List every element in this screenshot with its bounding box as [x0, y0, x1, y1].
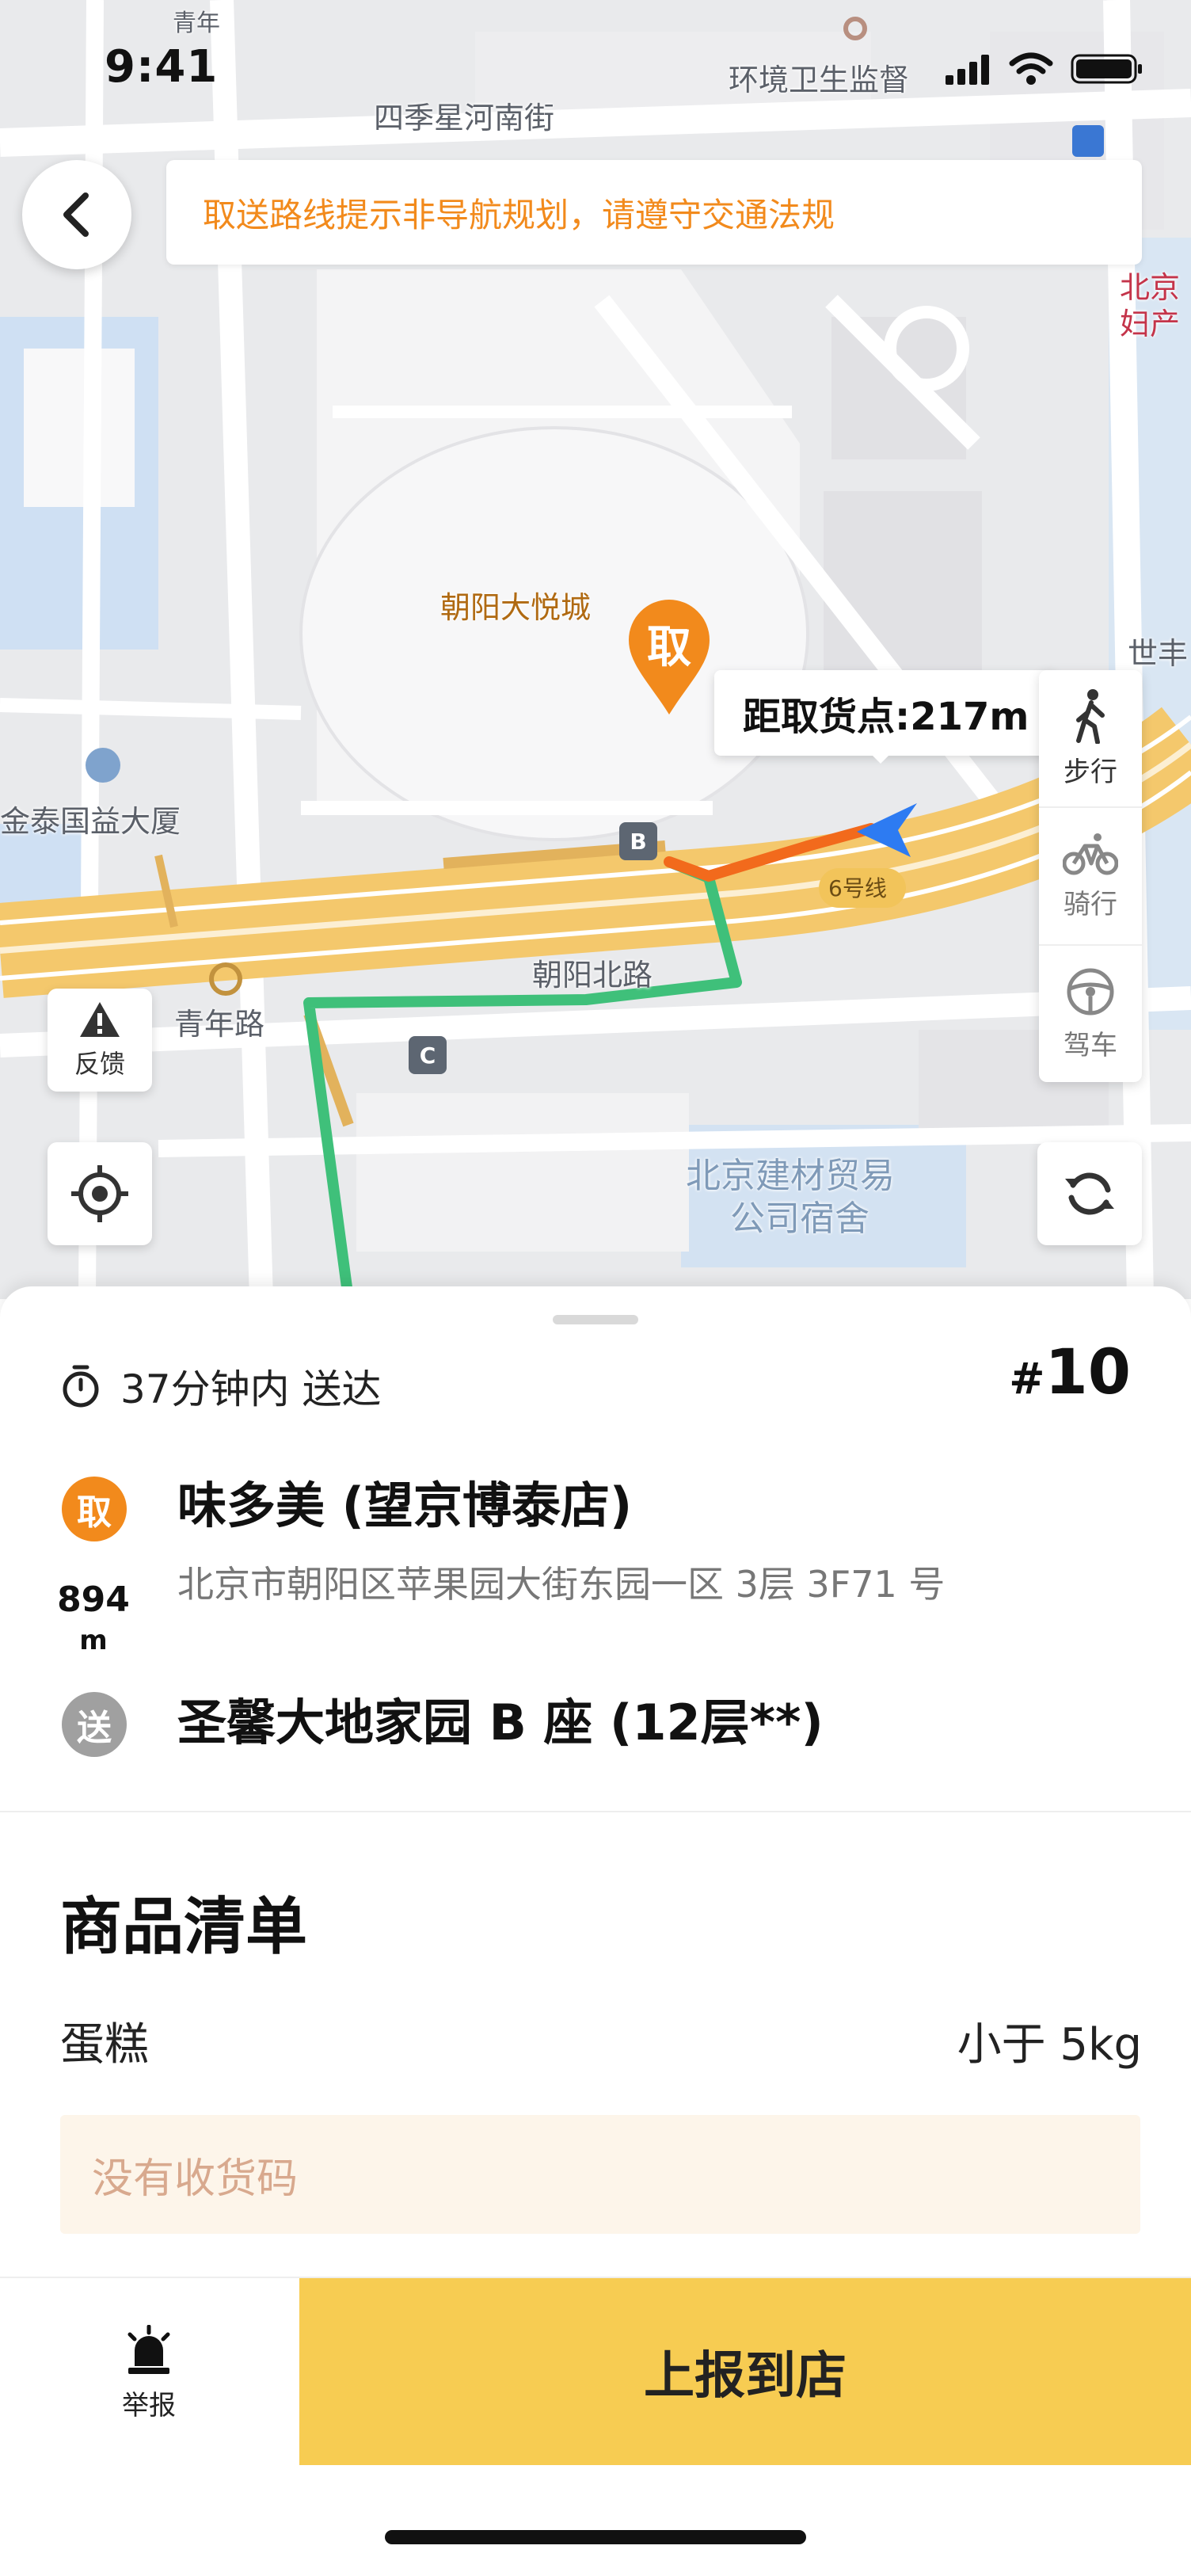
- order-number-hash: #: [1009, 1354, 1045, 1404]
- steering-wheel-icon: [1067, 968, 1114, 1015]
- pickup-badge: 取: [62, 1477, 127, 1541]
- map-label-dorm-2: 公司宿舍: [730, 1198, 869, 1239]
- status-icons: [944, 52, 1143, 86]
- feedback-label: 反馈: [74, 1049, 125, 1079]
- warning-icon: [80, 1002, 120, 1037]
- map-label-mall: 朝阳大悦城: [440, 590, 592, 625]
- map-label-edge-top: 青年: [173, 10, 220, 37]
- sheet-drag-handle[interactable]: [553, 1315, 638, 1324]
- map-label-street: 四季星河南街: [374, 101, 555, 135]
- no-delivery-code-note: 没有收货码: [60, 2115, 1140, 2234]
- bike-icon: [1063, 833, 1118, 875]
- pickup-shop-name[interactable]: 味多美 (望京博泰店): [177, 1465, 632, 1537]
- goods-list-title: 商品清单: [60, 1892, 308, 1963]
- eta-text: 37分钟内 送达: [120, 1366, 382, 1412]
- metro-exit-b[interactable]: B: [619, 822, 657, 860]
- locate-icon: [71, 1165, 128, 1222]
- map-label-metro: 6号线: [828, 875, 887, 901]
- refresh-icon: [1065, 1172, 1114, 1215]
- goods-item-weight: 小于 5kg: [957, 2019, 1142, 2071]
- report-arrival-button[interactable]: 上报到店: [299, 2278, 1191, 2465]
- mode-walk-label: 步行: [1064, 756, 1117, 788]
- report-label: 举报: [122, 2389, 176, 2422]
- map-label-road-qingnian: 青年路: [174, 1007, 265, 1042]
- mode-walk[interactable]: 步行: [1039, 670, 1142, 806]
- eta-row: 37分钟内 送达: [60, 1358, 382, 1415]
- map-label-edge-right: 世丰: [1128, 636, 1189, 671]
- map-label-road-north: 朝阳北路: [532, 958, 653, 993]
- walk-icon: [1076, 688, 1105, 744]
- map-label-env-office: 环境卫生监督: [729, 63, 910, 97]
- chevron-left-icon: [63, 192, 89, 237]
- order-number-value: 10: [1045, 1337, 1131, 1408]
- pickup-marker[interactable]: 取: [626, 596, 713, 722]
- pickup-address: 北京市朝阳区苹果园大街东园一区 3层 3F71 号: [177, 1563, 946, 1606]
- delivery-destination[interactable]: 圣馨大地家园 B 座 (12层**): [177, 1682, 824, 1754]
- siren-icon: [127, 2324, 170, 2374]
- map-label-building: 金泰国益大厦: [0, 804, 181, 839]
- section-divider: [0, 1811, 1191, 1812]
- map-view[interactable]: 四季星河南街 环境卫生监督 朝阳大悦城 金泰国益大厦 朝阳北路 青年路 6号线 …: [0, 0, 1191, 1299]
- report-button[interactable]: 举报: [0, 2278, 298, 2468]
- mode-bike[interactable]: 骑行: [1039, 806, 1142, 944]
- status-time: 9:41: [105, 41, 219, 93]
- signal-icon: [946, 55, 989, 85]
- wifi-icon: [1009, 52, 1053, 85]
- mode-bike-label: 骑行: [1064, 888, 1117, 920]
- map-label-hospital-2: 妇产: [1120, 307, 1181, 341]
- order-number: #10: [1009, 1337, 1131, 1408]
- route-notice: 取送路线提示非导航规划，请遵守交通法规: [166, 160, 1142, 265]
- home-indicator: [385, 2530, 806, 2544]
- route-distance: 894 m: [48, 1580, 139, 1656]
- travel-mode-panel: 步行 骑行 驾车: [1039, 670, 1142, 1082]
- distance-tooltip: 距取货点:217m: [714, 670, 1058, 764]
- route-distance-unit: m: [79, 1625, 108, 1656]
- feedback-button[interactable]: 反馈: [48, 989, 152, 1092]
- battery-icon: [1071, 54, 1142, 84]
- pickup-marker-label: 取: [647, 622, 691, 673]
- metro-exit-c[interactable]: C: [409, 1036, 447, 1074]
- refresh-button[interactable]: [1037, 1142, 1142, 1245]
- delivery-badge: 送: [62, 1692, 127, 1757]
- goods-item-name: 蛋糕: [60, 2019, 149, 2071]
- back-button[interactable]: [22, 160, 131, 269]
- mode-drive[interactable]: 驾车: [1039, 944, 1142, 1082]
- bottom-action-bar: 举报 上报到店: [0, 2277, 1191, 2467]
- mode-drive-label: 驾车: [1064, 1029, 1117, 1061]
- route-distance-value: 894: [57, 1580, 130, 1620]
- locate-button[interactable]: [48, 1142, 152, 1245]
- timer-icon: [63, 1365, 99, 1408]
